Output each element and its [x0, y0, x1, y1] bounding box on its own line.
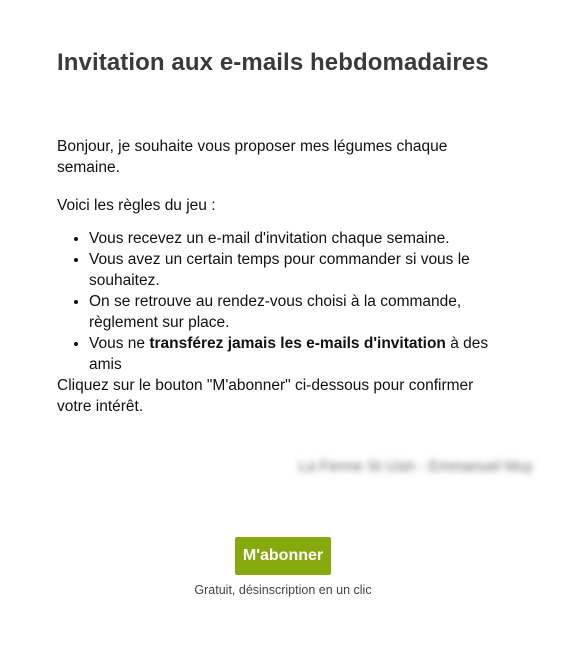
rule-text: Vous ne [89, 335, 150, 352]
rule-emphasis: transférez jamais les e-mails d'invitati… [149, 335, 446, 352]
intro-text: Bonjour, je souhaite vous proposer mes l… [57, 138, 448, 176]
button-footnote: Gratuit, désinscription en un clic [194, 583, 372, 597]
rules-list: Vous recevez un e-mail d'invitation chaq… [57, 228, 512, 375]
signature: La Ferme St Usin - Emmanuel Muy [298, 458, 533, 475]
page-title: Invitation aux e-mails hebdomadaires [57, 49, 489, 76]
list-item: Vous recevez un e-mail d'invitation chaq… [89, 228, 512, 249]
rules-intro-text: Voici les règles du jeu : [57, 197, 216, 214]
list-item: Vous avez un certain temps pour commande… [89, 249, 512, 291]
message-body: Bonjour, je souhaite vous proposer mes l… [57, 136, 512, 417]
list-item: Vous ne transférez jamais les e-mails d'… [89, 333, 512, 375]
cta-instruction: Cliquez sur le bouton "M'abonner" ci-des… [57, 377, 474, 415]
list-item: On se retrouve au rendez-vous choisi à l… [89, 291, 512, 333]
subscribe-button[interactable]: M'abonner [235, 537, 331, 575]
